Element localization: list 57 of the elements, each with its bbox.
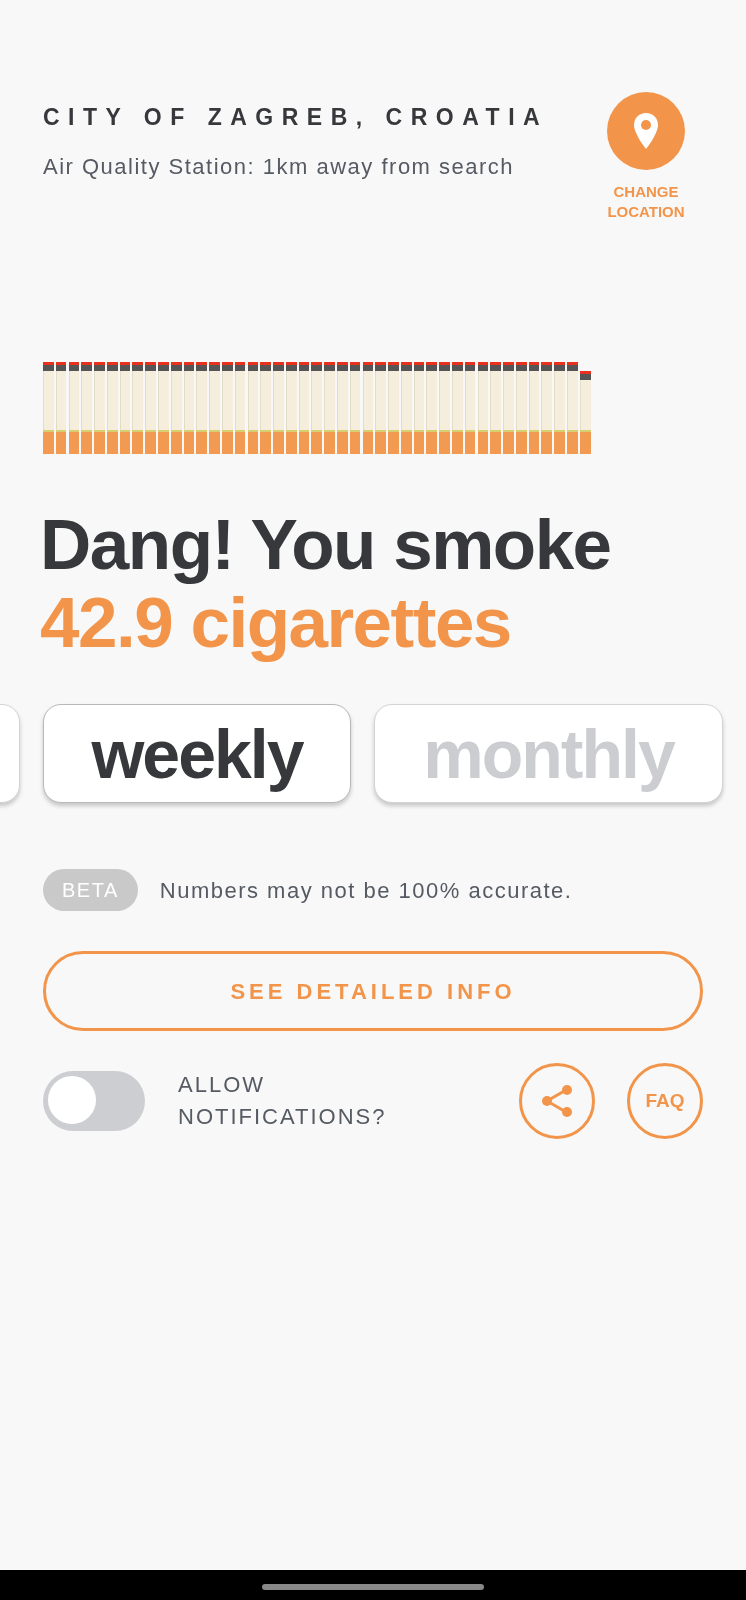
cigarette-icon xyxy=(477,362,489,454)
cigarette-icon xyxy=(158,362,169,454)
faq-button[interactable]: FAQ xyxy=(627,1063,703,1139)
cigarette-icon xyxy=(362,362,374,454)
cigarette-icon xyxy=(170,362,182,454)
share-button[interactable] xyxy=(519,1063,595,1139)
cigarette-icon xyxy=(554,362,565,454)
cigarette-icon xyxy=(464,362,476,454)
cigarette-icon xyxy=(503,362,514,454)
cigarette-icon xyxy=(439,362,450,454)
cigarette-icon xyxy=(260,362,271,454)
cigarette-icon xyxy=(324,362,335,454)
cigarette-count: 42.9 cigarettes xyxy=(40,584,512,662)
cigarette-icon xyxy=(273,362,284,454)
cigarette-icon xyxy=(94,362,105,454)
location-title: CITY OF ZAGREB, CROATIA xyxy=(43,103,549,132)
cigarette-icon xyxy=(413,362,425,454)
cigarette-icon xyxy=(388,362,399,454)
cigarette-icon xyxy=(221,362,233,454)
cigarette-icon xyxy=(209,362,220,454)
cigarette-icon xyxy=(567,362,578,454)
cigarette-icon xyxy=(311,362,323,454)
cigarette-icon xyxy=(515,362,527,454)
cigarette-icon xyxy=(119,362,131,454)
cigarette-icon xyxy=(528,362,540,454)
cigarette-icon xyxy=(541,362,553,454)
cigarette-icon xyxy=(43,362,54,454)
cigarette-icon xyxy=(452,362,463,454)
location-pin-icon xyxy=(631,111,661,151)
cigarette-icon xyxy=(490,362,502,454)
cigarette-icon xyxy=(234,362,246,454)
cigarette-icon xyxy=(247,362,259,454)
cigarette-icon xyxy=(145,362,156,454)
headline: Dang! You smoke xyxy=(40,506,612,584)
cigarette-icon xyxy=(55,362,67,454)
cigarette-icon xyxy=(426,362,438,454)
station-distance: Air Quality Station: 1km away from search xyxy=(43,152,516,181)
detailed-info-button[interactable]: SEE DETAILED INFO xyxy=(43,951,703,1031)
change-location-button[interactable]: CHANGE LOCATION xyxy=(586,92,706,222)
cigarette-icon xyxy=(375,362,386,454)
cigarette-icon xyxy=(106,362,118,454)
accuracy-note: Numbers may not be 100% accurate. xyxy=(159,876,573,905)
cigarette-icon xyxy=(579,371,591,454)
cigarette-icon xyxy=(68,362,80,454)
cigarette-icon xyxy=(183,362,195,454)
period-tab[interactable]: weekly xyxy=(43,704,351,803)
cigarette-icon xyxy=(196,362,208,454)
cigarette-icon xyxy=(285,362,297,454)
cigarette-icon xyxy=(336,362,348,454)
cigarette-icon xyxy=(349,362,361,454)
cigarette-icon xyxy=(298,362,310,454)
notifications-toggle[interactable] xyxy=(43,1071,145,1131)
cigarette-icon xyxy=(400,362,412,454)
notifications-label: ALLOW NOTIFICATIONS? xyxy=(178,1071,388,1131)
cigarette-icon xyxy=(132,362,144,454)
home-handle[interactable] xyxy=(262,1584,484,1590)
cigarette-icon xyxy=(81,362,93,454)
